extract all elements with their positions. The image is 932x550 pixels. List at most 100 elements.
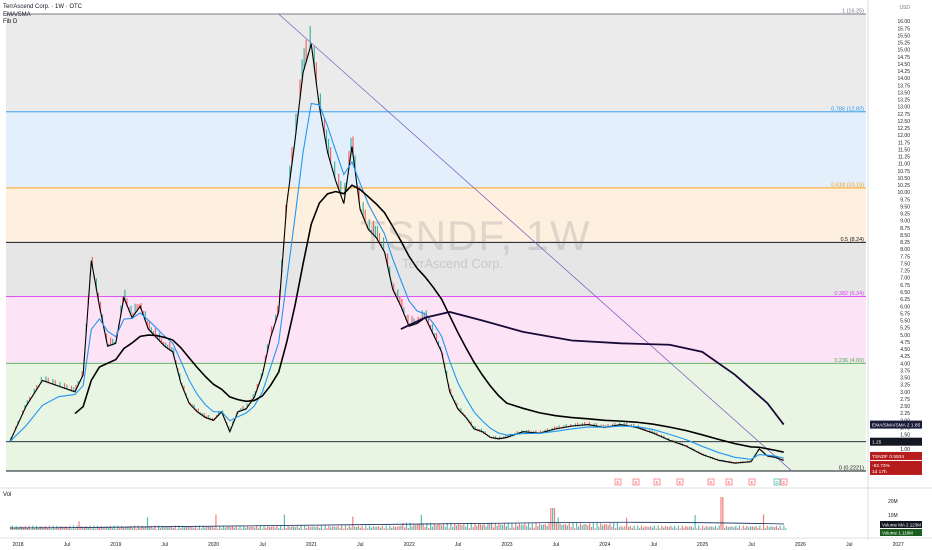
volume-bar — [293, 526, 295, 530]
volume-bar — [276, 525, 278, 530]
volume-bar — [677, 525, 680, 530]
volume-bar — [287, 525, 289, 530]
volume-bar — [307, 525, 310, 530]
volume-bar — [285, 527, 287, 530]
volume-bar — [391, 527, 393, 530]
volume-bar — [376, 526, 378, 530]
volume-bar — [664, 526, 667, 530]
y-tick-8.25: 8.25 — [900, 240, 910, 246]
volume-bar — [350, 527, 352, 530]
volume-bar — [241, 528, 243, 530]
volume-bar — [552, 508, 554, 530]
volume-bar — [524, 523, 526, 530]
volume-bar — [348, 525, 350, 530]
y-tick-6.50: 6.50 — [900, 290, 910, 296]
y-tick-9.50: 9.50 — [900, 204, 910, 210]
y-tick-10.00: 10.00 — [897, 190, 910, 196]
volume-bar — [722, 497, 724, 530]
volume-bar — [465, 526, 467, 530]
volume-bar — [690, 526, 692, 530]
volume-bar — [189, 526, 191, 530]
x-tick-4: 2020 — [208, 542, 219, 548]
volume-bar — [61, 526, 63, 530]
volume-bar — [121, 525, 123, 530]
volume-bar — [270, 526, 273, 530]
y-tick-5.25: 5.25 — [900, 326, 910, 332]
volume-bar — [622, 527, 624, 530]
volume-bar — [592, 522, 594, 530]
volume-bar — [252, 526, 254, 530]
volume-bar — [132, 528, 134, 530]
volume-pane-label[interactable]: Vol — [3, 492, 11, 498]
symbol-title[interactable]: TerrAscend Corp. · 1W · OTC — [3, 4, 82, 12]
volume-bar — [243, 525, 245, 530]
volume-bar — [681, 525, 683, 530]
y-tick-14.00: 14.00 — [897, 76, 910, 82]
x-tick-14: 2025 — [697, 542, 708, 548]
volume-bar — [705, 525, 707, 530]
volume-bar — [476, 525, 478, 530]
indicator-fib[interactable]: Fib D — [3, 19, 82, 27]
volume-bar — [224, 527, 226, 530]
volume-bar — [609, 523, 611, 530]
volume-bar — [226, 526, 228, 530]
volume-bar — [302, 529, 304, 530]
fib-label-3: 0.5 (8.24) — [840, 237, 864, 243]
y-tick-7.25: 7.25 — [900, 269, 910, 275]
volume-bar — [431, 526, 433, 530]
volume-bar — [119, 527, 121, 530]
x-tick-2: 2019 — [110, 542, 121, 548]
x-tick-15: Jul — [748, 542, 754, 548]
volume-bar — [724, 527, 726, 530]
volume-bar — [87, 527, 89, 530]
volume-bar — [687, 526, 689, 530]
volume-bar — [766, 525, 768, 530]
y-tick-4.25: 4.25 — [900, 354, 910, 360]
volume-bar — [555, 522, 557, 530]
volume-bar — [200, 528, 202, 530]
volume-bar — [354, 526, 356, 530]
volume-bar — [418, 523, 421, 530]
volume-bar — [337, 525, 339, 530]
volume-bar — [269, 526, 271, 530]
volume-bar — [163, 527, 165, 530]
indicator-ema-sma[interactable]: EMA/SMA — [3, 12, 82, 20]
volume-bar — [352, 516, 354, 530]
last-price-change: -62.73% — [872, 463, 891, 469]
volume-bar — [589, 523, 591, 530]
volume-bar — [709, 526, 711, 530]
volume-bar — [196, 528, 199, 530]
volume-bar — [156, 529, 158, 530]
price-tag-text-1: 1.25 — [872, 440, 882, 446]
x-tick-13: Jul — [650, 542, 656, 548]
volume-bar — [653, 525, 655, 530]
volume-bar — [442, 523, 445, 530]
volume-bar — [306, 528, 308, 530]
volume-bar — [566, 525, 569, 530]
volume-bar — [237, 528, 239, 530]
volume-bar — [663, 527, 665, 530]
volume-bar — [620, 525, 622, 530]
volume-bar — [91, 528, 93, 530]
volume-bar — [594, 528, 596, 530]
volume-bar — [267, 525, 269, 530]
volume-bar — [550, 508, 552, 530]
volume-bar — [117, 525, 119, 530]
volume-bar — [383, 528, 385, 530]
price-chart[interactable]: 1 (16.25) 0.786 (12.82) 0.618 (10.15) 0.5 (… — [0, 0, 932, 550]
volume-bar — [746, 525, 748, 530]
volume-bar — [633, 525, 635, 530]
volume-bar — [106, 526, 108, 530]
volume-bar — [80, 526, 82, 530]
volume-bar — [631, 527, 633, 530]
y-tick-15.50: 15.50 — [897, 33, 910, 39]
vol-tick-0: 20M — [888, 499, 898, 505]
volume-bar — [535, 522, 537, 530]
volume-bar — [172, 527, 174, 530]
volume-bar — [738, 525, 741, 530]
volume-bar — [246, 526, 248, 530]
volume-bar — [753, 527, 755, 530]
volume-bar — [489, 523, 491, 530]
volume-bar — [540, 524, 543, 530]
volume-bar — [518, 523, 520, 530]
